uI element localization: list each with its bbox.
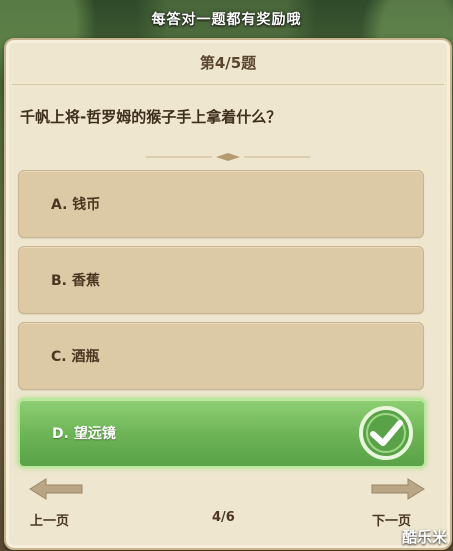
checkmark-icon <box>359 406 413 460</box>
option-b[interactable]: B. 香蕉 <box>18 246 424 314</box>
page-counter: 4/6 <box>212 510 235 525</box>
quiz-header: 第4/5题 <box>6 40 450 84</box>
option-d-label: D. 望远镜 <box>52 426 116 442</box>
banner-text: 每答对一题都有奖励哦 <box>151 12 302 28</box>
prev-page-button[interactable]: 上一页 <box>30 510 69 529</box>
option-b-label: B. 香蕉 <box>51 273 100 289</box>
option-c[interactable]: C. 酒瓶 <box>18 322 424 390</box>
reward-banner: 每答对一题都有奖励哦 <box>0 0 453 38</box>
header-divider <box>12 84 444 85</box>
next-arrow-icon[interactable] <box>370 476 426 502</box>
option-c-label: C. 酒瓶 <box>51 349 100 365</box>
watermark-logo: 酷乐米 <box>401 528 447 546</box>
option-d[interactable]: D. 望远镜 <box>18 398 426 468</box>
ornament-divider <box>146 153 310 161</box>
option-a-label: A. 钱币 <box>51 197 101 213</box>
question-number: 第4/5题 <box>199 53 257 72</box>
option-a[interactable]: A. 钱币 <box>18 170 424 238</box>
prev-arrow-icon[interactable] <box>28 476 84 502</box>
quiz-card: 第4/5题 千帆上将-哲罗姆的猴子手上拿着什么？ A. 钱币 B. 香蕉 C. … <box>4 38 452 550</box>
question-text: 千帆上将-哲罗姆的猴子手上拿着什么？ <box>20 108 282 126</box>
